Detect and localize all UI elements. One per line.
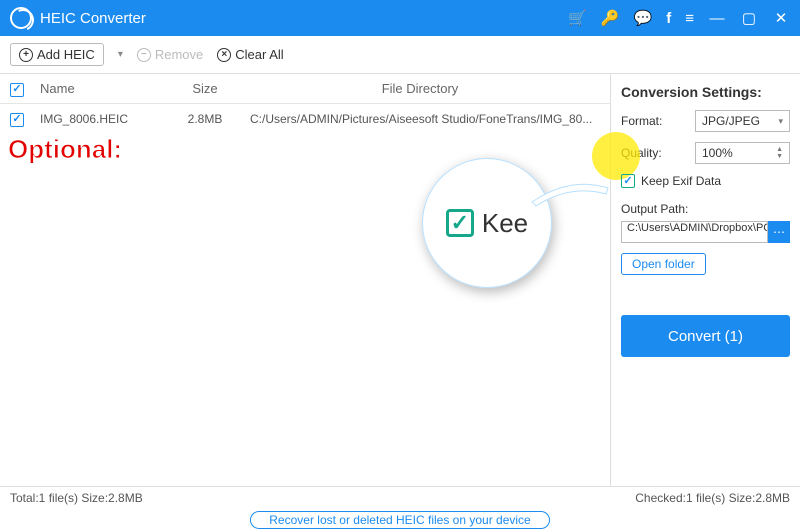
chat-icon[interactable]: 💬: [634, 11, 653, 26]
file-list-panel: Name Size File Directory IMG_8006.HEIC 2…: [0, 74, 610, 486]
toolbar: + Add HEIC ▾ − Remove × Clear All: [0, 36, 800, 74]
facebook-icon[interactable]: f: [666, 11, 671, 26]
format-label: Format:: [621, 114, 662, 128]
app-logo-icon: [10, 7, 32, 29]
maximize-button[interactable]: ▢: [740, 9, 758, 27]
file-name: IMG_8006.HEIC: [40, 112, 170, 126]
output-label: Output Path:: [621, 202, 790, 216]
file-row[interactable]: IMG_8006.HEIC 2.8MB C:/Users/ADMIN/Pictu…: [0, 104, 610, 134]
recover-link[interactable]: Recover lost or deleted HEIC files on yo…: [250, 511, 549, 529]
clear-label: Clear All: [235, 47, 283, 62]
key-icon[interactable]: 🔑: [601, 11, 620, 26]
minus-icon: −: [137, 48, 151, 62]
file-checkbox[interactable]: [10, 113, 24, 127]
cart-icon[interactable]: 🛒: [568, 11, 587, 26]
optional-annotation: Optional:: [8, 134, 122, 165]
col-size: Size: [170, 81, 240, 96]
chevron-down-icon: ▾: [778, 116, 783, 127]
clear-all-button[interactable]: × Clear All: [217, 47, 283, 62]
col-dir: File Directory: [240, 81, 600, 96]
status-bar: Total:1 file(s) Size:2.8MB Checked:1 fil…: [0, 486, 800, 508]
convert-button[interactable]: Convert (1): [621, 315, 790, 357]
quality-value: 100%: [702, 146, 733, 160]
file-size: 2.8MB: [170, 112, 240, 126]
open-folder-button[interactable]: Open folder: [621, 253, 706, 275]
titlebar-actions: 🛒 🔑 💬 f ≡ — ▢ ✕: [568, 9, 790, 27]
format-value: JPG/JPEG: [702, 114, 760, 128]
keep-exif-checkbox[interactable]: [621, 174, 635, 188]
remove-button: − Remove: [137, 47, 203, 62]
col-name: Name: [40, 81, 170, 96]
minimize-button[interactable]: —: [708, 9, 726, 27]
remove-label: Remove: [155, 47, 203, 62]
close-button[interactable]: ✕: [772, 9, 790, 27]
x-icon: ×: [217, 48, 231, 62]
status-total: Total:1 file(s) Size:2.8MB: [10, 491, 143, 505]
quality-spinner[interactable]: 100% ▲▼: [695, 142, 790, 164]
select-all-checkbox[interactable]: [10, 83, 24, 97]
browse-button[interactable]: ⋯: [768, 221, 790, 243]
settings-panel: Conversion Settings: Format: JPG/JPEG ▾ …: [610, 74, 800, 486]
file-dir: C:/Users/ADMIN/Pictures/Aiseesoft Studio…: [240, 112, 600, 126]
keep-exif-label: Keep Exif Data: [641, 174, 721, 188]
plus-icon: +: [19, 48, 33, 62]
quality-label: Quality:: [621, 146, 662, 160]
file-list-header: Name Size File Directory: [0, 74, 610, 104]
output-path-input[interactable]: C:\Users\ADMIN\Dropbox\PC\: [621, 221, 768, 243]
add-dropdown-icon[interactable]: ▾: [118, 49, 123, 60]
format-select[interactable]: JPG/JPEG ▾: [695, 110, 790, 132]
menu-icon[interactable]: ≡: [685, 11, 694, 26]
app-title: HEIC Converter: [40, 10, 146, 27]
status-checked: Checked:1 file(s) Size:2.8MB: [635, 491, 790, 505]
add-heic-label: Add HEIC: [37, 47, 95, 62]
add-heic-button[interactable]: + Add HEIC: [10, 43, 104, 66]
title-bar: HEIC Converter 🛒 🔑 💬 f ≡ — ▢ ✕: [0, 0, 800, 36]
settings-title: Conversion Settings:: [621, 84, 790, 100]
spinner-arrows-icon[interactable]: ▲▼: [776, 146, 783, 160]
